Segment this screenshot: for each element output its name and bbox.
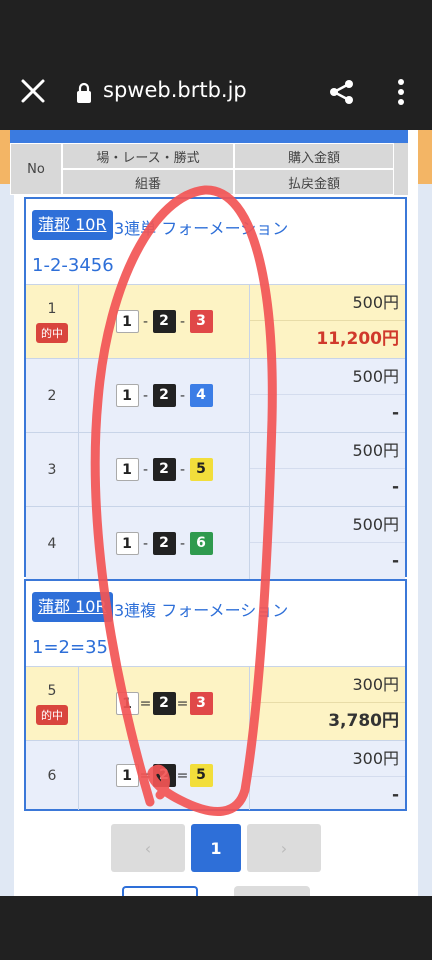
combination-cell: 1-2-3 bbox=[78, 285, 250, 358]
boat-number: 6 bbox=[189, 532, 213, 555]
boat-number: 2 bbox=[152, 764, 176, 787]
url-text[interactable]: spweb.brtb.jp bbox=[103, 78, 247, 102]
boat-number: 2 bbox=[152, 458, 176, 481]
boat-number: 3 bbox=[189, 310, 213, 333]
separator: - bbox=[142, 387, 149, 404]
boat-number: 5 bbox=[189, 458, 213, 481]
browser-toolbar: spweb.brtb.jp bbox=[0, 56, 432, 130]
combination-cell: 1-2-5 bbox=[78, 433, 250, 506]
purchase-amount: 500円 bbox=[250, 433, 405, 469]
table-row: 1 的中 1-2-3 500円 11,200円 bbox=[26, 284, 405, 358]
share-icon[interactable] bbox=[328, 78, 356, 106]
more-vert-icon[interactable] bbox=[395, 78, 407, 106]
row-no-cell: 3 bbox=[26, 433, 78, 506]
bet-combination: 1-2-3456 bbox=[32, 255, 114, 276]
lock-icon bbox=[77, 82, 91, 103]
combination-cell: 1-2-4 bbox=[78, 359, 250, 432]
table-row: 5 的中 1 = 2 = 3 300円 3,780円 bbox=[26, 666, 405, 740]
boat-number: 2 bbox=[152, 310, 176, 333]
table-row: 2 1-2-4 500円 - bbox=[26, 358, 405, 432]
separator: - bbox=[179, 313, 186, 330]
header-payout: 払戻金額 bbox=[234, 169, 394, 195]
row-number: 2 bbox=[47, 387, 57, 404]
close-icon[interactable] bbox=[20, 78, 46, 104]
modal-header bbox=[10, 130, 408, 143]
boat-number: 1 bbox=[115, 532, 139, 555]
system-nav-bar bbox=[0, 896, 432, 960]
payout-amount: 11,200円 bbox=[316, 329, 399, 349]
boat-number: 3 bbox=[189, 692, 213, 715]
current-page-button[interactable]: 1 bbox=[191, 824, 241, 872]
purchase-amount: 500円 bbox=[250, 285, 405, 321]
header-no: No bbox=[10, 143, 62, 195]
bet-type: 3連複 フォーメーション bbox=[114, 601, 289, 620]
boat-number: 2 bbox=[152, 384, 176, 407]
purchase-amount: 500円 bbox=[250, 359, 405, 395]
payout-amount: 3,780円 bbox=[328, 711, 399, 731]
payout-amount: - bbox=[391, 403, 399, 423]
status-bar bbox=[0, 0, 432, 56]
boat-number: 2 bbox=[152, 532, 176, 555]
background-left bbox=[0, 184, 14, 896]
prev-page-button[interactable]: ‹ bbox=[111, 824, 185, 872]
separator: - bbox=[179, 535, 186, 552]
separator: - bbox=[142, 313, 149, 330]
boat-number: 1 bbox=[115, 692, 139, 715]
bet-combination: 1=2=35 bbox=[32, 637, 108, 658]
separator: - bbox=[179, 387, 186, 404]
table-header: No 場・レース・勝式 組番 購入金額 払戻金額 bbox=[10, 143, 408, 195]
header-combination: 組番 bbox=[62, 169, 234, 195]
boat-number: 1 bbox=[115, 310, 139, 333]
row-number: 4 bbox=[47, 535, 57, 552]
boat-number: 1 bbox=[115, 458, 139, 481]
row-no-cell: 6 bbox=[26, 741, 78, 810]
separator: - bbox=[179, 461, 186, 478]
boat-number: 2 bbox=[152, 692, 176, 715]
purchase-amount: 500円 bbox=[250, 507, 405, 543]
combination-cell: 1 = 2 = 5 bbox=[78, 741, 250, 810]
row-number: 5 bbox=[47, 682, 57, 699]
row-number: 3 bbox=[47, 461, 57, 478]
separator: = bbox=[139, 695, 152, 712]
boat-number: 5 bbox=[189, 764, 213, 787]
combination-cell: 1 = 2 = 3 bbox=[78, 667, 250, 740]
combination-cell: 1-2-6 bbox=[78, 507, 250, 580]
header-venue-race: 場・レース・勝式 bbox=[62, 143, 234, 169]
table-row: 4 1-2-6 500円 - bbox=[26, 506, 405, 580]
header-purchase: 購入金額 bbox=[234, 143, 394, 169]
hit-badge: 的中 bbox=[36, 322, 68, 343]
table-row: 3 1-2-5 500円 - bbox=[26, 432, 405, 506]
purchase-amount: 300円 bbox=[250, 741, 405, 777]
hit-badge: 的中 bbox=[36, 704, 68, 725]
payout-amount: - bbox=[391, 477, 399, 497]
separator: - bbox=[142, 535, 149, 552]
next-page-button[interactable]: › bbox=[247, 824, 321, 872]
race-link[interactable]: 蒲郡 10R bbox=[32, 592, 113, 622]
separator: = bbox=[139, 767, 152, 784]
table-row: 6 1 = 2 = 5 300円 - bbox=[26, 740, 405, 810]
footer-button-left[interactable] bbox=[122, 886, 198, 896]
bet-type: 3連単 フォーメーション bbox=[114, 219, 289, 238]
row-no-cell: 5 的中 bbox=[26, 667, 78, 740]
separator: = bbox=[176, 767, 189, 784]
payout-amount: - bbox=[391, 785, 399, 805]
footer-button-right[interactable] bbox=[234, 886, 310, 896]
boat-number: 1 bbox=[115, 764, 139, 787]
boat-number: 4 bbox=[189, 384, 213, 407]
bet-card: 蒲郡 10R 3連複 フォーメーション 1=2=35 5 的中 1 = 2 = 3 300… bbox=[24, 579, 407, 811]
separator: = bbox=[176, 695, 189, 712]
row-no-cell: 2 bbox=[26, 359, 78, 432]
payout-amount: - bbox=[391, 551, 399, 571]
separator: - bbox=[142, 461, 149, 478]
race-link[interactable]: 蒲郡 10R bbox=[32, 210, 113, 240]
row-number: 1 bbox=[47, 300, 57, 317]
background-right bbox=[418, 184, 432, 896]
row-number: 6 bbox=[47, 767, 57, 784]
bet-card: 蒲郡 10R 3連単 フォーメーション 1-2-3456 1 的中 1-2-3 5… bbox=[24, 197, 407, 580]
row-no-cell: 4 bbox=[26, 507, 78, 580]
purchase-amount: 300円 bbox=[250, 667, 405, 703]
boat-number: 1 bbox=[115, 384, 139, 407]
row-no-cell: 1 的中 bbox=[26, 285, 78, 358]
web-page: No 場・レース・勝式 組番 購入金額 払戻金額 蒲郡 10R 3連単 フォーメ… bbox=[0, 130, 432, 896]
